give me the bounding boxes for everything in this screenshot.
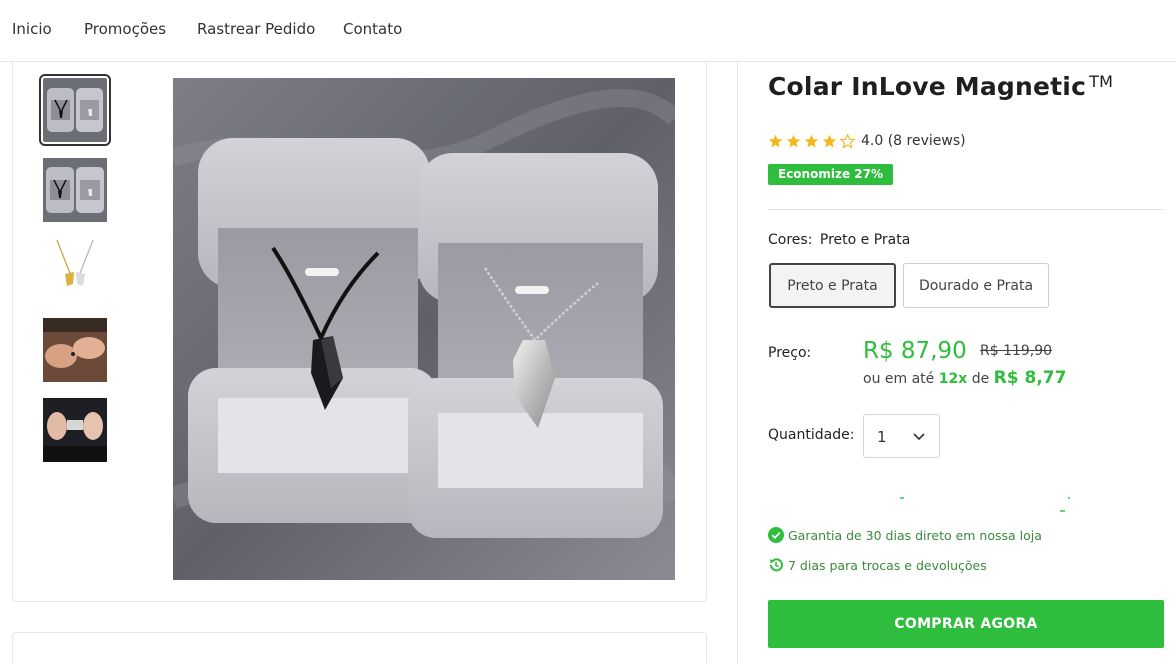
quantity-select[interactable]: 1 <box>863 414 940 458</box>
description-card <box>12 632 707 663</box>
rating[interactable]: 4.0 (8 reviews) <box>768 133 966 149</box>
quantity-value: 1 <box>877 428 887 446</box>
thumbnail-1[interactable] <box>39 74 111 146</box>
old-price: R$ 119,90 <box>980 343 1053 359</box>
thumbnail-4[interactable] <box>43 318 107 382</box>
product-title-text: Colar InLove Magnetic <box>768 72 1087 101</box>
guarantee-30-text: Garantia de 30 dias direto em nossa loja <box>788 527 1042 543</box>
main-product-image <box>173 78 675 580</box>
loading-artifact <box>900 497 1070 512</box>
colors-label: Cores: Preto e Prata <box>768 232 910 248</box>
column-divider <box>737 62 738 663</box>
selected-color-text: Preto e Prata <box>819 232 911 248</box>
nav-inicio[interactable]: Inicio <box>12 20 52 38</box>
price-label: Preço: <box>768 345 812 361</box>
star-filled-icon <box>822 134 837 147</box>
quantity-label: Quantidade: <box>768 427 855 443</box>
returns-7-days: 7 dias para trocas e devoluções <box>768 557 987 573</box>
price: R$ 87,90 <box>863 338 967 364</box>
star-filled-icon <box>768 134 783 147</box>
colors-label-text: Cores: <box>768 232 813 248</box>
chevron-down-icon <box>913 433 925 441</box>
check-circle-icon <box>768 527 784 543</box>
nav-contato[interactable]: Contato <box>343 20 402 38</box>
thumbnail-2[interactable] <box>43 158 107 222</box>
thumbnail-5[interactable] <box>43 398 107 462</box>
rating-text: 4.0 (8 reviews) <box>861 133 966 149</box>
nav-promocoes[interactable]: Promoções <box>84 20 166 38</box>
discount-badge: Economize 27% <box>768 164 893 185</box>
top-nav: Inicio Promoções Rastrear Pedido Contato <box>0 0 1176 62</box>
buy-now-button[interactable]: COMPRAR AGORA <box>768 600 1164 648</box>
installment-value: R$ 8,77 <box>993 368 1067 388</box>
installment-count: 12x <box>938 371 968 387</box>
returns-7-text: 7 dias para trocas e devoluções <box>788 557 987 573</box>
thumbnail-3[interactable] <box>43 238 107 302</box>
installment-mid: de <box>971 371 990 387</box>
star-filled-icon <box>786 134 801 147</box>
nav-rastrear-pedido[interactable]: Rastrear Pedido <box>197 20 315 38</box>
variant-preto-e-prata[interactable]: Preto e Prata <box>769 263 896 308</box>
star-filled-icon <box>804 134 819 147</box>
divider <box>768 209 1164 210</box>
guarantee-30-days: Garantia de 30 dias direto em nossa loja <box>768 527 1042 543</box>
product-title: Colar InLove Magnetic TM <box>768 72 1113 101</box>
variant-dourado-e-prata[interactable]: Dourado e Prata <box>903 263 1049 308</box>
installment-prefix: ou em até <box>863 371 935 387</box>
star-empty-icon <box>840 133 855 149</box>
return-clock-icon <box>770 558 783 572</box>
trademark-symbol: TM <box>1089 72 1114 91</box>
installments: ou em até 12x de R$ 8,77 <box>863 368 1066 388</box>
